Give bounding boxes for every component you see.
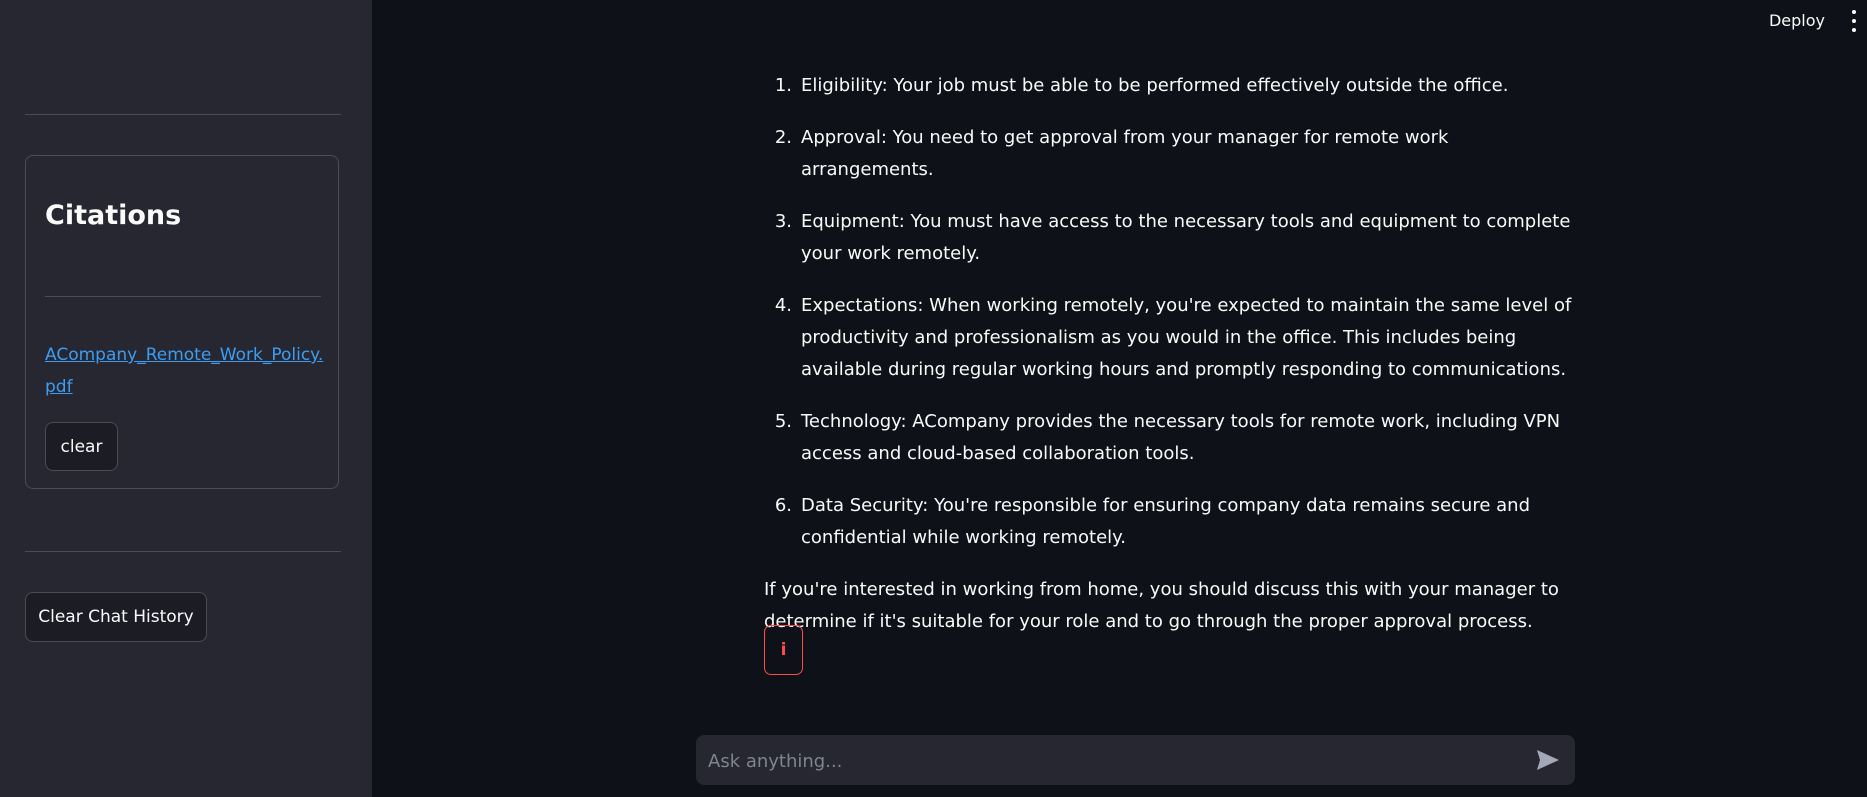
list-item-text: Eligibility: Your job must be able to be…: [801, 75, 1509, 96]
policy-list: 1. Eligibility: Your job must be able to …: [764, 70, 1584, 554]
list-item-text: Expectations: When working remotely, you…: [801, 295, 1572, 380]
sidebar: Citations ACompany_Remote_Work_Policy.pd…: [0, 0, 372, 797]
clear-button[interactable]: clear: [45, 422, 118, 471]
list-number: 1.: [774, 75, 792, 96]
kebab-menu-icon[interactable]: [1850, 10, 1858, 32]
list-item: 5. Technology: ACompany provides the nece…: [764, 406, 1584, 470]
list-number: 2.: [774, 127, 792, 148]
citations-divider: [45, 296, 321, 297]
list-item-text: Equipment: You must have access to the n…: [801, 211, 1571, 264]
citation-link[interactable]: ACompany_Remote_Work_Policy.pdf: [45, 339, 325, 403]
list-item: 2. Approval: You need to get approval fro…: [764, 122, 1584, 186]
list-item: 4. Expectations: When working remotely, y…: [764, 290, 1584, 386]
deploy-button[interactable]: Deploy: [1765, 6, 1829, 34]
list-item: 6. Data Security: You're responsible for …: [764, 490, 1584, 554]
list-number: 4.: [774, 295, 792, 316]
kebab-dot: [1852, 19, 1856, 23]
citations-title: Citations: [45, 200, 182, 231]
list-item: 1. Eligibility: Your job must be able to …: [764, 70, 1584, 102]
citations-panel: Citations ACompany_Remote_Work_Policy.pd…: [25, 155, 339, 489]
list-item-text: Technology: ACompany provides the necess…: [801, 411, 1561, 464]
list-number: 6.: [774, 495, 792, 516]
send-icon[interactable]: [1534, 747, 1562, 773]
sidebar-divider-top: [25, 114, 341, 115]
list-item-text: Data Security: You're responsible for en…: [801, 495, 1530, 548]
list-item: 3. Equipment: You must have access to the…: [764, 206, 1584, 270]
send-icon-glyph: [1537, 750, 1559, 770]
sidebar-divider-bottom: [25, 551, 341, 552]
clear-chat-history-button[interactable]: Clear Chat History: [25, 592, 207, 642]
chat-input[interactable]: [706, 735, 1510, 787]
kebab-dot: [1852, 10, 1856, 14]
list-number: 3.: [774, 211, 792, 232]
chat-message: 1. Eligibility: Your job must be able to …: [764, 70, 1584, 638]
chat-input-bar: [696, 735, 1575, 787]
info-icon[interactable]: i: [764, 625, 803, 675]
list-number: 5.: [774, 411, 792, 432]
list-item-text: Approval: You need to get approval from …: [801, 127, 1449, 180]
kebab-dot: [1852, 28, 1856, 32]
closing-paragraph: If you're interested in working from hom…: [764, 579, 1559, 632]
